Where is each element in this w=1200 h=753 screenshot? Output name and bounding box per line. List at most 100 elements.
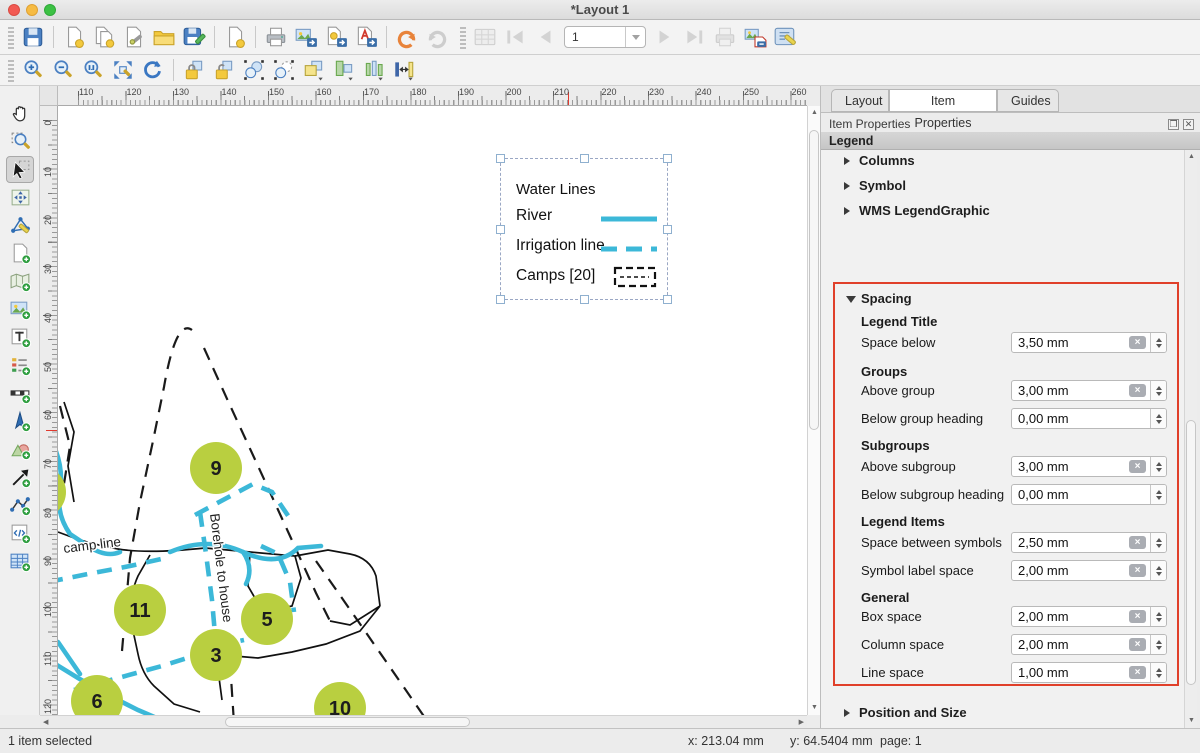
spinner-buttons[interactable] — [1150, 561, 1166, 580]
box-space-input[interactable]: 2,00 mm — [1011, 606, 1167, 627]
selection-handle[interactable] — [580, 154, 589, 163]
load-template-button[interactable] — [149, 23, 179, 51]
duplicate-layout-button[interactable] — [89, 23, 119, 51]
section-wms-legendgraphic[interactable]: WMS LegendGraphic — [821, 200, 1185, 224]
zoom-actual-button[interactable] — [78, 56, 108, 84]
new-layout-button[interactable] — [59, 23, 89, 51]
add-picture-tool[interactable] — [6, 296, 34, 323]
export-image-button[interactable] — [291, 23, 321, 51]
print-atlas-button[interactable] — [710, 23, 740, 51]
move-item-content-tool[interactable] — [6, 184, 34, 211]
add-pages-tool[interactable] — [6, 240, 34, 267]
zoom-full-button[interactable] — [108, 56, 138, 84]
clear-icon[interactable] — [1129, 336, 1146, 349]
save-as-template-button[interactable] — [179, 23, 209, 51]
selection-handle[interactable] — [496, 154, 505, 163]
refresh-view-button[interactable] — [138, 56, 168, 84]
add-html-tool[interactable] — [6, 520, 34, 547]
space-below-input[interactable]: 3,50 mm — [1011, 332, 1167, 353]
add-pages-button[interactable] — [220, 23, 250, 51]
zoom-out-button[interactable] — [48, 56, 78, 84]
clear-icon[interactable] — [1129, 610, 1146, 623]
spinner-buttons[interactable] — [1150, 635, 1166, 654]
space-between-symbols-input[interactable]: 2,50 mm — [1011, 532, 1167, 553]
distribute-items-button[interactable] — [359, 56, 389, 84]
clear-icon[interactable] — [1129, 460, 1146, 473]
zoom-in-button[interactable] — [18, 56, 48, 84]
ungroup-items-button[interactable] — [269, 56, 299, 84]
clear-icon[interactable] — [1129, 536, 1146, 549]
scroll-up-icon[interactable]: ▲ — [811, 108, 818, 118]
section-columns[interactable]: Columns — [821, 150, 1185, 174]
spinner-buttons[interactable] — [1150, 457, 1166, 476]
chevron-down-icon[interactable] — [625, 27, 645, 47]
selection-handle[interactable] — [663, 154, 672, 163]
close-panel-icon[interactable]: ✕ — [1183, 119, 1194, 130]
scroll-up-icon[interactable]: ▲ — [1188, 152, 1195, 162]
scrollbar-thumb[interactable] — [809, 130, 819, 430]
layout-manager-button[interactable] — [119, 23, 149, 51]
atlas-settings-button[interactable] — [770, 23, 800, 51]
spinner-buttons[interactable] — [1150, 333, 1166, 352]
redo-button[interactable] — [422, 23, 452, 51]
section-spacing[interactable]: Spacing — [835, 288, 1177, 312]
toolbar-drag-handle[interactable] — [460, 25, 466, 49]
add-shape-tool[interactable] — [6, 436, 34, 463]
unlock-items-button[interactable] — [209, 56, 239, 84]
selection-handle[interactable] — [580, 295, 589, 304]
add-attribute-table-tool[interactable] — [6, 548, 34, 575]
spinner-buttons[interactable] — [1150, 409, 1166, 428]
above-group-input[interactable]: 3,00 mm — [1011, 380, 1167, 401]
export-atlas-button[interactable] — [740, 23, 770, 51]
add-scalebar-tool[interactable] — [6, 380, 34, 407]
export-svg-button[interactable] — [321, 23, 351, 51]
canvas-vertical-scrollbar[interactable]: ▲ ▼ — [807, 106, 820, 715]
layout-page[interactable]: 91153610 camp lineBorehole to house Wate… — [58, 106, 807, 715]
column-space-input[interactable]: 2,00 mm — [1011, 634, 1167, 655]
save-project-button[interactable] — [18, 23, 48, 51]
canvas-horizontal-scrollbar[interactable]: ◀ ▶ — [40, 715, 807, 728]
scrollbar-thumb[interactable] — [1186, 420, 1196, 685]
align-items-button[interactable] — [329, 56, 359, 84]
float-panel-icon[interactable]: ❐ — [1168, 119, 1179, 130]
tab-guides[interactable]: Guides — [997, 89, 1059, 112]
clear-icon[interactable] — [1129, 564, 1146, 577]
tab-item-properties[interactable]: Item Properties — [889, 89, 997, 112]
below-subgroup-heading-input[interactable]: 0,00 mm — [1011, 484, 1167, 505]
symbol-label-space-input[interactable]: 2,00 mm — [1011, 560, 1167, 581]
selection-handle[interactable] — [496, 225, 505, 234]
scroll-down-icon[interactable]: ▼ — [811, 703, 818, 713]
lock-items-button[interactable] — [179, 56, 209, 84]
tab-layout[interactable]: Layout — [831, 89, 889, 112]
add-arrow-tool[interactable] — [6, 464, 34, 491]
scrollbar-thumb[interactable] — [225, 717, 470, 727]
section-position-and-size[interactable]: Position and Size — [821, 702, 1185, 726]
clear-icon[interactable] — [1129, 384, 1146, 397]
selection-handle[interactable] — [663, 225, 672, 234]
add-north-arrow-tool[interactable] — [6, 408, 34, 435]
add-label-tool[interactable] — [6, 324, 34, 351]
scroll-down-icon[interactable]: ▼ — [1188, 716, 1195, 726]
toolbar-drag-handle[interactable] — [8, 58, 14, 82]
group-items-button[interactable] — [239, 56, 269, 84]
export-pdf-button[interactable] — [351, 23, 381, 51]
scroll-left-icon[interactable]: ◀ — [43, 718, 48, 728]
spinner-buttons[interactable] — [1150, 381, 1166, 400]
resize-items-button[interactable] — [389, 56, 419, 84]
spinner-buttons[interactable] — [1150, 533, 1166, 552]
raise-items-button[interactable] — [299, 56, 329, 84]
panel-scrollbar[interactable]: ▲ ▼ — [1184, 150, 1197, 728]
add-map-tool[interactable] — [6, 268, 34, 295]
spinner-buttons[interactable] — [1150, 663, 1166, 682]
undo-button[interactable] — [392, 23, 422, 51]
pan-layout-tool[interactable] — [6, 100, 34, 127]
below-group-heading-input[interactable]: 0,00 mm — [1011, 408, 1167, 429]
atlas-page-combo[interactable]: 1 — [564, 26, 646, 48]
previous-feature-button[interactable] — [530, 23, 560, 51]
preview-atlas-button[interactable] — [470, 23, 500, 51]
add-legend-tool[interactable] — [6, 352, 34, 379]
add-node-item-tool[interactable] — [6, 492, 34, 519]
legend-item[interactable]: Water Lines River Irrigation line Camps … — [500, 158, 668, 300]
above-subgroup-input[interactable]: 3,00 mm — [1011, 456, 1167, 477]
clear-icon[interactable] — [1129, 638, 1146, 651]
